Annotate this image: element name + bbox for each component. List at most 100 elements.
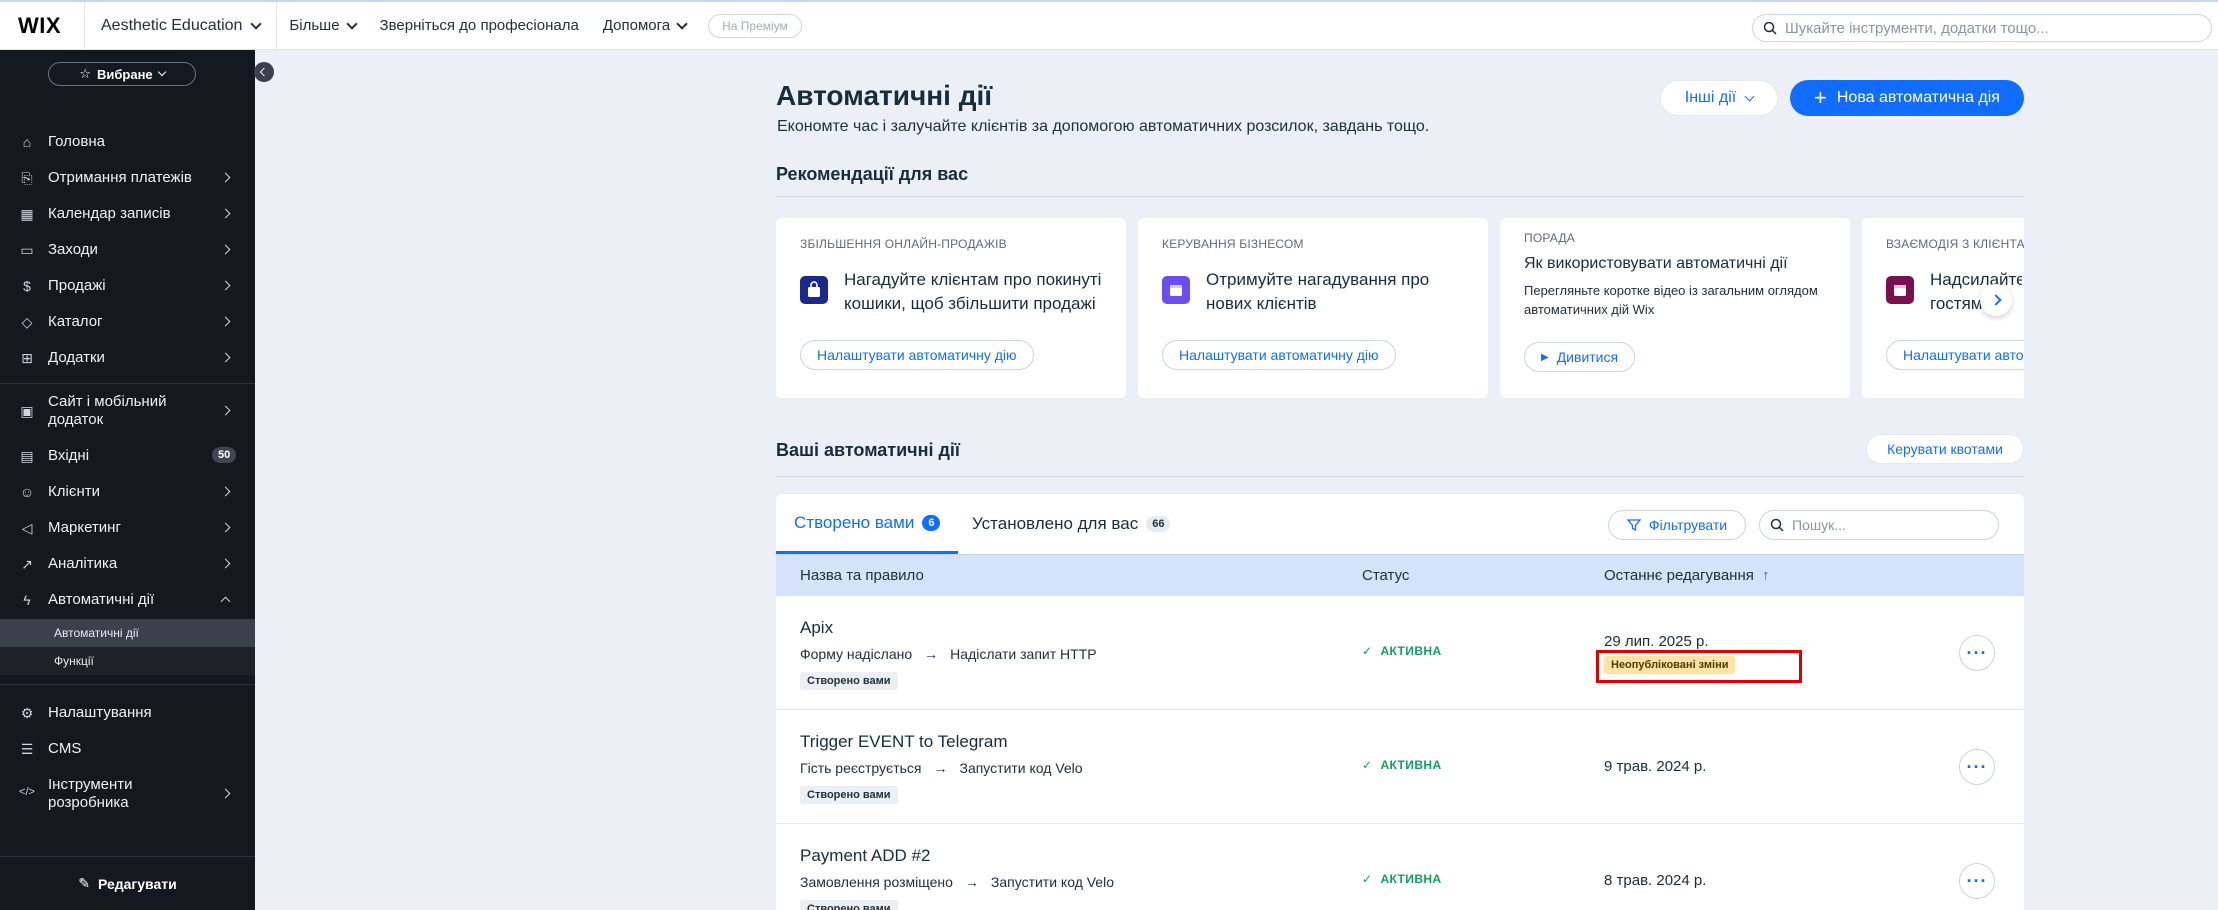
created-by-tag: Створено вами <box>800 672 898 690</box>
sidebar-item-settings[interactable]: ⚙ Налаштування <box>0 704 255 722</box>
apps-icon: ⊞ <box>21 349 33 366</box>
automation-rule: Замовлення розміщено → Запустити код Vel… <box>800 874 1114 890</box>
sidebar-subitem-automations[interactable]: Автоматичні дії <box>0 619 255 647</box>
last-edited-date: 9 трав. 2024 р. <box>1604 758 1707 775</box>
nav-help[interactable]: Допомога <box>591 2 698 49</box>
new-automation-button[interactable]: + Нова автоматична дія <box>1790 80 2024 116</box>
sidebar-item-marketing[interactable]: ◁ Маркетинг <box>0 519 255 537</box>
sidebar-item-analytics[interactable]: ↗ Аналітика <box>0 555 255 573</box>
sidebar-item-sales[interactable]: $ Продажі <box>0 277 255 295</box>
tab-label: Створено вами <box>794 512 915 532</box>
rule-trigger: Форму надіслано <box>800 646 913 662</box>
carousel-next-button[interactable] <box>1980 284 2012 316</box>
calendar-icon: ▦ <box>20 205 34 222</box>
tip-description: Перегляньте коротке відео із загальним о… <box>1524 283 1818 317</box>
rule-action: Запустити код Velo <box>990 874 1114 890</box>
rule-action: Надіслати запит HTTP <box>950 646 1097 662</box>
chevron-down-icon <box>250 17 263 30</box>
other-actions-button[interactable]: Інші дії <box>1660 80 1778 116</box>
section-divider <box>776 476 2024 477</box>
setup-automation-button[interactable]: Налаштувати автоматичну дію <box>1162 340 1396 370</box>
more-actions-button[interactable]: ··· <box>1959 749 1995 785</box>
edit-site-button[interactable]: ✎ Редагувати <box>0 856 255 910</box>
sidebar-item-label: Вхідні <box>48 447 90 464</box>
upgrade-premium-button[interactable]: На Преміум <box>708 13 802 38</box>
recommendation-card: ЗБІЛЬШЕННЯ ОНЛАЙН-ПРОДАЖІВ Нагадуйте клі… <box>776 218 1126 398</box>
sidebar-item-site-mobile[interactable]: ▣ Сайт і мобільний додаток <box>0 393 255 429</box>
global-search-input[interactable]: Шукайте інструменти, додатки тощо... <box>1752 14 2212 42</box>
sidebar-item-apps[interactable]: ⊞ Додатки <box>0 349 255 367</box>
chevron-right-icon <box>220 486 231 497</box>
automations-table: Створено вами 6 Установлено для вас 66 Ф… <box>776 494 2024 910</box>
recommendations-title: Рекомендації для вас <box>776 164 969 184</box>
sidebar-item-label: Інструменти розробника <box>48 776 133 811</box>
dev-tools-icon: </> <box>19 786 35 798</box>
collapse-sidebar-button[interactable] <box>254 62 274 82</box>
table-row[interactable]: Apix Форму надіслано → Надіслати запит H… <box>776 596 2024 710</box>
chevron-right-icon <box>220 208 231 219</box>
favorites-label: Вибране <box>96 66 153 82</box>
sidebar-item-inbox[interactable]: ▤ Вхідні 50 <box>0 447 255 465</box>
table-row[interactable]: Trigger EVENT to Telegram Гість реєструє… <box>776 710 2024 824</box>
site-selector[interactable]: Aesthetic Education <box>84 2 278 49</box>
chevron-up-icon <box>220 596 231 607</box>
status-label: АКТИВНА <box>1380 872 1442 886</box>
tab-created-by-you[interactable]: Створено вами 6 <box>776 494 959 554</box>
watch-video-label: Дивитися <box>1556 349 1619 365</box>
table-search-input[interactable]: Пошук... <box>1759 510 1999 540</box>
chevron-right-icon <box>220 405 231 416</box>
chevron-right-icon <box>220 280 231 291</box>
sidebar-item-home[interactable]: ⌂ Головна <box>0 133 255 151</box>
column-header-name[interactable]: Назва та правило <box>800 567 924 584</box>
filter-button[interactable]: Фільтрувати <box>1608 510 1746 540</box>
clients-icon: ☺ <box>19 484 35 500</box>
inbox-count-badge: 50 <box>212 447 237 463</box>
sidebar-item-dev-tools[interactable]: </> Інструменти розробника <box>0 776 255 812</box>
chevron-right-icon <box>220 316 231 327</box>
more-actions-button[interactable]: ··· <box>1959 635 1995 671</box>
more-actions-button[interactable]: ··· <box>1959 863 1995 899</box>
calendar-icon <box>1162 276 1190 304</box>
manage-quotas-button[interactable]: Керувати квотами <box>1866 434 2024 464</box>
favorites-button[interactable]: ☆ Вибране <box>48 62 196 86</box>
checkmark-icon: ✓ <box>1362 758 1373 772</box>
sidebar-item-catalog[interactable]: ◇ Каталог <box>0 313 255 331</box>
setup-automation-button[interactable]: Налаштувати авто <box>1886 340 2024 370</box>
nav-hire-pro[interactable]: Зверніться до професіонала <box>368 2 591 49</box>
column-header-last-edited[interactable]: Останнє редагування ↑ <box>1604 567 1770 584</box>
column-header-status[interactable]: Статус <box>1362 567 1409 584</box>
other-actions-label: Інші дії <box>1684 89 1737 106</box>
watch-video-button[interactable]: ▶ Дивитися <box>1524 342 1636 372</box>
automation-name[interactable]: Payment ADD #2 <box>800 846 930 866</box>
your-automations-title: Ваші автоматичні дії <box>776 440 960 460</box>
analytics-icon: ↗ <box>21 555 33 572</box>
sidebar-item-payments[interactable]: ⎘ Отримання платежів <box>0 169 255 187</box>
sidebar-item-label: Продажі <box>48 277 106 294</box>
sidebar-item-calendar[interactable]: ▦ Календар записів <box>0 205 255 223</box>
section-divider <box>776 196 2024 197</box>
created-by-tag: Створено вами <box>800 786 898 804</box>
sidebar-item-automations[interactable]: ϟ Автоматичні дії <box>0 591 255 609</box>
sidebar-item-events[interactable]: ▭ Заходи <box>0 241 255 259</box>
cms-icon: ☰ <box>20 740 34 757</box>
sidebar-item-cms[interactable]: ☰ CMS <box>0 740 255 758</box>
checkmark-icon: ✓ <box>1362 872 1373 886</box>
tab-installed-for-you[interactable]: Установлено для вас 66 <box>972 494 1171 554</box>
setup-automation-button[interactable]: Налаштувати автоматичну дію <box>800 340 1034 370</box>
table-row[interactable]: Payment ADD #2 Замовлення розміщено → За… <box>776 824 2024 910</box>
automation-rule: Форму надіслано → Надіслати запит HTTP <box>800 646 1097 662</box>
sidebar-subitem-functions[interactable]: Функції <box>0 647 255 675</box>
page-subtitle: Економте час і залучайте клієнтів за доп… <box>777 118 1430 135</box>
automation-name[interactable]: Trigger EVENT to Telegram <box>800 732 1008 752</box>
wix-logo[interactable]: WIX <box>0 13 84 39</box>
arrow-right-icon: → <box>933 760 948 776</box>
nav-more-label: Більше <box>289 17 340 34</box>
marketing-icon: ◁ <box>21 519 33 536</box>
pencil-icon: ✎ <box>78 875 90 891</box>
status-badge: ✓ АКТИВНА <box>1362 644 1442 658</box>
chevron-down-icon <box>157 67 166 77</box>
nav-more[interactable]: Більше <box>277 2 367 49</box>
automation-name[interactable]: Apix <box>800 618 833 638</box>
sidebar-item-clients[interactable]: ☺ Клієнти <box>0 483 255 501</box>
sort-arrow-up-icon: ↑ <box>1762 567 1770 584</box>
